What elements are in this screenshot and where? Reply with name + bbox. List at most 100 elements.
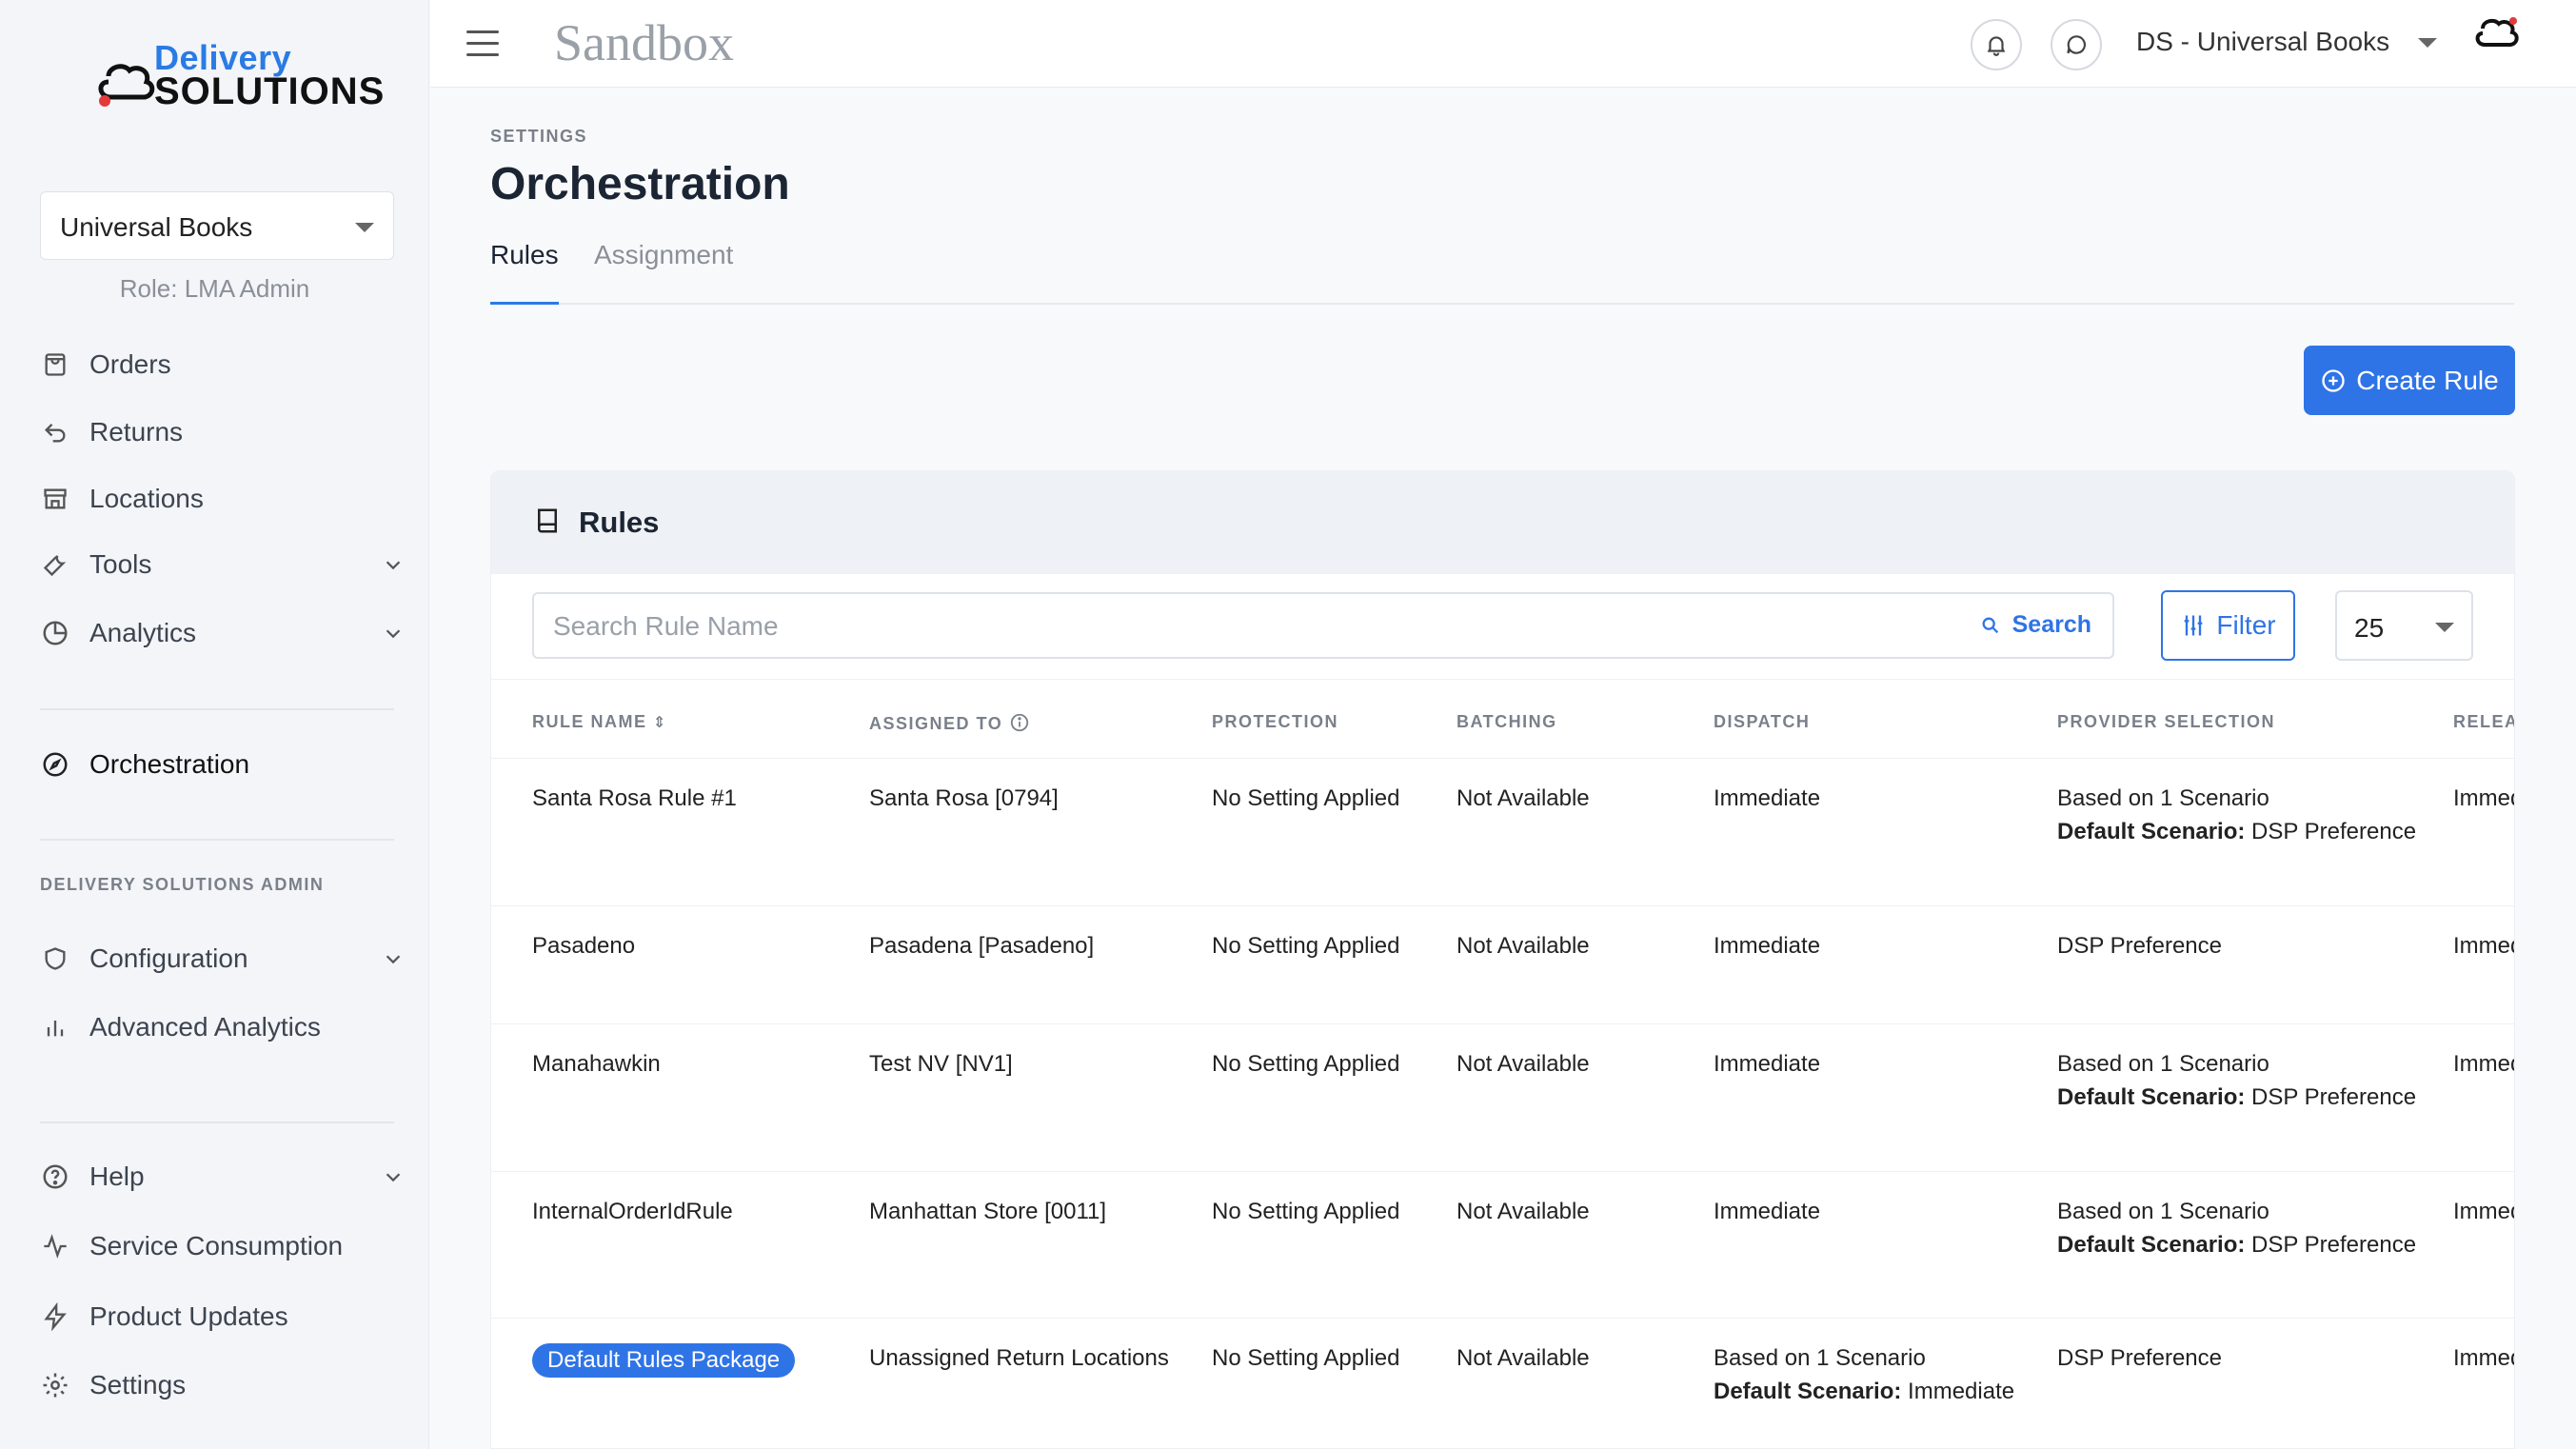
assigned-to-cell: Santa Rosa [0794] <box>869 785 1059 811</box>
release-cell: Immediate <box>2453 1051 2514 1077</box>
shield-icon <box>40 943 70 974</box>
sidebar-item-returns[interactable]: Returns <box>40 408 404 456</box>
batching-cell: Not Available <box>1456 1199 1590 1224</box>
protection-cell: No Setting Applied <box>1212 1345 1400 1371</box>
gear-icon <box>40 1370 70 1400</box>
chat-bubble-icon <box>2067 35 2087 54</box>
chevron-down-icon <box>386 955 401 964</box>
tab-rules[interactable]: Rules <box>490 240 559 305</box>
filter-button[interactable]: Filter <box>2161 590 2295 661</box>
sidebar-item-help[interactable]: Help <box>40 1153 404 1201</box>
sidebar-item-label: Settings <box>89 1370 187 1399</box>
rule-name-cell[interactable]: Pasadeno <box>532 929 635 963</box>
org-switcher[interactable]: DS - Universal Books <box>2136 27 2389 57</box>
bell-icon <box>1987 36 2006 56</box>
table-header: RULE NAME ⇕ ASSIGNED TO PROTECTION BATCH… <box>491 679 2514 759</box>
column-header-release: RELEAS <box>2453 712 2514 731</box>
chevron-down-icon <box>386 1173 401 1182</box>
table-row[interactable]: Santa Rosa Rule #1 Santa Rosa [0794] No … <box>491 759 2514 906</box>
assigned-to-cell: Test NV [NV1] <box>869 1051 1013 1077</box>
chevron-down-icon <box>386 629 401 639</box>
batching-cell: Not Available <box>1456 933 1590 959</box>
default-package-badge[interactable]: Default Rules Package <box>532 1343 796 1378</box>
activity-icon <box>40 1231 70 1261</box>
notifications-button[interactable] <box>1971 19 2022 70</box>
tab-assignment[interactable]: Assignment <box>594 240 733 305</box>
caret-down-icon <box>355 223 374 232</box>
role-label: Role: LMA Admin <box>119 274 310 303</box>
assigned-to-cell: Unassigned Return Locations <box>869 1345 1169 1371</box>
shopping-bag-icon <box>40 349 70 380</box>
rules-card: Rules Search Filter 25 RULE NAME ⇕ ASSIG… <box>490 470 2515 1449</box>
protection-cell: No Setting Applied <box>1212 1051 1400 1077</box>
table-row[interactable]: Manahawkin Test NV [NV1] No Setting Appl… <box>491 1024 2514 1172</box>
release-cell: Immediate <box>2453 933 2514 959</box>
table-row[interactable]: Pasadeno Pasadena [Pasadeno] No Setting … <box>491 906 2514 1024</box>
table-row[interactable]: Default Rules Package Unassigned Return … <box>491 1319 2514 1448</box>
column-header-provider-selection: PROVIDER SELECTION <box>2057 712 2276 731</box>
brand-logo[interactable]: Delivery SOLUTIONS <box>95 38 384 114</box>
create-rule-button[interactable]: Create Rule <box>2304 346 2515 415</box>
menu-toggle-icon[interactable] <box>466 30 499 57</box>
store-icon <box>40 484 70 514</box>
table-row[interactable]: InternalOrderIdRule Manhattan Store [001… <box>491 1172 2514 1319</box>
protection-cell: No Setting Applied <box>1212 933 1400 959</box>
plus-circle-icon <box>2322 368 2345 392</box>
column-header-rule-name[interactable]: RULE NAME ⇕ <box>532 712 667 732</box>
sidebar-item-service-consumption[interactable]: Service Consumption <box>40 1222 404 1270</box>
provider-cell: Based on 1 Scenario <box>2057 1199 2269 1224</box>
sidebar-item-orchestration[interactable]: Orchestration <box>40 741 404 788</box>
search-button[interactable]: Search <box>1980 611 2091 639</box>
provider-default-cell: Default Scenario: DSP Preference <box>2057 1084 2417 1110</box>
cloud-logo-icon <box>98 64 155 107</box>
batching-cell: Not Available <box>1456 1051 1590 1077</box>
page-size-select[interactable]: 25 <box>2335 590 2473 661</box>
rule-name-cell[interactable]: Manahawkin <box>532 1047 661 1081</box>
search-input[interactable] <box>553 609 1886 644</box>
dispatch-default-cell: Default Scenario: Immediate <box>1714 1379 2015 1404</box>
column-header-assigned-to: ASSIGNED TO <box>869 712 1030 734</box>
rules-card-title: Rules <box>579 506 660 539</box>
provider-cell: Based on 1 Scenario <box>2057 785 2269 811</box>
sidebar-item-advanced-analytics[interactable]: Advanced Analytics <box>40 1003 404 1051</box>
sidebar-item-product-updates[interactable]: Product Updates <box>40 1293 404 1340</box>
search-field[interactable]: Search <box>532 592 2114 659</box>
company-select-value: Universal Books <box>60 212 253 242</box>
column-header-protection: PROTECTION <box>1212 712 1339 731</box>
sidebar-item-tools[interactable]: Tools <box>40 541 404 588</box>
sidebar-item-configuration[interactable]: Configuration <box>40 935 404 983</box>
lightning-icon <box>40 1301 70 1332</box>
dispatch-cell: Immediate <box>1714 785 1821 811</box>
sidebar-divider <box>40 1121 394 1123</box>
sidebar-item-label: Orders <box>89 349 171 379</box>
rule-name-cell[interactable]: InternalOrderIdRule <box>532 1195 733 1228</box>
sort-icon[interactable]: ⇕ <box>653 715 667 731</box>
sidebar-item-locations[interactable]: Locations <box>40 475 404 523</box>
provider-default-cell: Default Scenario: DSP Preference <box>2057 819 2417 844</box>
info-icon[interactable] <box>1009 712 1030 733</box>
column-header-dispatch: DISPATCH <box>1714 712 1811 731</box>
sidebar-item-settings[interactable]: Settings <box>40 1361 404 1409</box>
release-cell: Immediate <box>2453 785 2514 811</box>
rule-name-cell[interactable]: Santa Rosa Rule #1 <box>532 782 737 815</box>
book-icon <box>538 508 557 533</box>
column-header-label: RULE NAME <box>532 712 647 731</box>
pie-chart-icon <box>40 618 70 648</box>
sidebar-divider <box>40 708 394 710</box>
sidebar-item-label: Locations <box>89 484 204 513</box>
column-header-batching: BATCHING <box>1456 712 1557 731</box>
caret-down-icon[interactable] <box>2418 38 2437 48</box>
sidebar-item-analytics[interactable]: Analytics <box>40 609 404 657</box>
sidebar-item-label: Tools <box>89 549 152 579</box>
release-cell: Immediate <box>2453 1345 2514 1371</box>
brand-mini-icon[interactable] <box>2473 15 2521 59</box>
tab-bar: Rules Assignment <box>490 240 2514 305</box>
dispatch-cell: Immediate <box>1714 1199 1821 1224</box>
chat-button[interactable] <box>2051 19 2102 70</box>
provider-cell: DSP Preference <box>2057 933 2222 959</box>
rule-name-cell[interactable]: Default Rules Package <box>532 1343 796 1378</box>
sidebar-item-orders[interactable]: Orders <box>40 341 404 388</box>
dispatch-cell: Immediate <box>1714 933 1821 959</box>
protection-cell: No Setting Applied <box>1212 1199 1400 1224</box>
company-select[interactable]: Universal Books <box>40 191 394 260</box>
